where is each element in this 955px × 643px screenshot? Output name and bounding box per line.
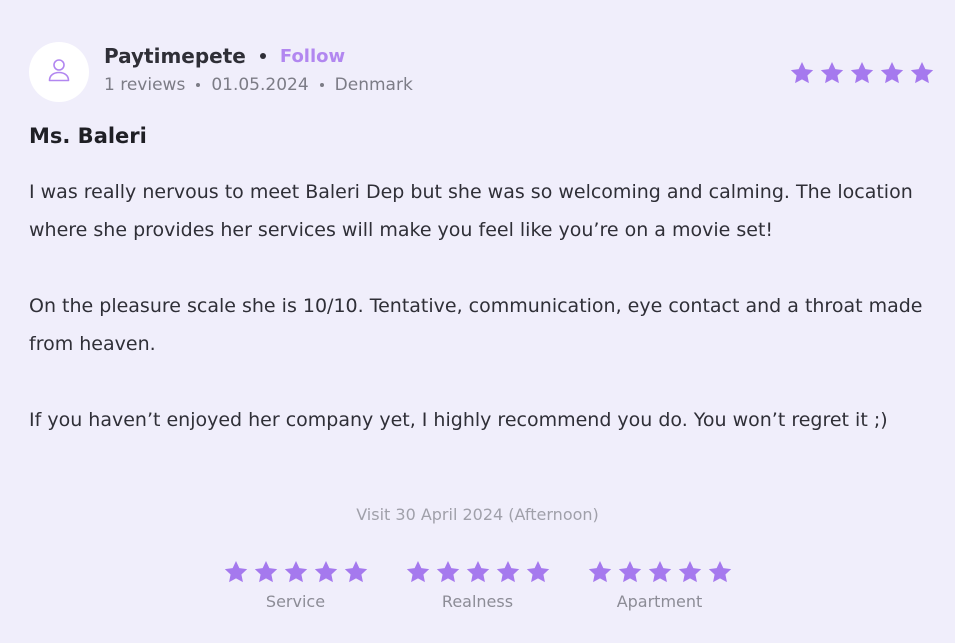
avatar[interactable] xyxy=(29,42,89,102)
star-icon xyxy=(677,559,703,585)
rating-label: Service xyxy=(265,592,326,611)
reviewer-username[interactable]: Paytimepete xyxy=(104,44,246,68)
review-paragraph: If you haven’t enjoyed her company yet, … xyxy=(29,409,888,431)
rating-stars xyxy=(587,559,733,585)
star-icon xyxy=(587,559,613,585)
star-icon xyxy=(879,60,905,86)
reviewer-meta: 1 reviews 01.05.2024 Denmark xyxy=(104,75,413,95)
rating-stars xyxy=(405,559,551,585)
review-paragraph: I was really nervous to meet Baleri Dep … xyxy=(29,181,913,241)
visit-info: Visit 30 April 2024 (Afternoon) xyxy=(356,505,599,524)
star-icon xyxy=(283,559,309,585)
rating-label: Apartment xyxy=(616,592,703,611)
reviews-count: 1 reviews xyxy=(104,75,186,95)
separator-dot xyxy=(319,83,324,87)
star-icon xyxy=(647,559,673,585)
user-icon xyxy=(45,56,73,88)
star-icon xyxy=(223,559,249,585)
rating-apartment: Apartment xyxy=(587,559,733,611)
rating-label: Realness xyxy=(441,592,514,611)
rating-service: Service xyxy=(223,559,369,611)
review-date: 01.05.2024 xyxy=(211,75,309,95)
star-icon xyxy=(849,60,875,86)
star-icon xyxy=(819,60,845,86)
review-paragraph: On the pleasure scale she is 10/10. Tent… xyxy=(29,295,923,355)
star-icon xyxy=(495,559,521,585)
star-icon xyxy=(525,559,551,585)
separator-dot xyxy=(259,53,266,59)
star-icon xyxy=(435,559,461,585)
follow-button[interactable]: Follow xyxy=(280,46,345,67)
review-title: Ms. Baleri xyxy=(29,124,147,148)
star-icon xyxy=(405,559,431,585)
star-icon xyxy=(909,60,935,86)
star-icon xyxy=(313,559,339,585)
rating-realness: Realness xyxy=(405,559,551,611)
reviewer-country: Denmark xyxy=(334,75,413,95)
star-icon xyxy=(617,559,643,585)
review-body: I was really nervous to meet Baleri Dep … xyxy=(29,173,941,477)
star-icon xyxy=(465,559,491,585)
star-icon xyxy=(343,559,369,585)
separator-dot xyxy=(196,83,201,87)
sub-ratings: Service Realness Apartment xyxy=(0,559,955,611)
star-icon xyxy=(789,60,815,86)
overall-rating-stars xyxy=(789,60,935,86)
star-icon xyxy=(253,559,279,585)
rating-stars xyxy=(223,559,369,585)
star-icon xyxy=(707,559,733,585)
reviewer-header: Paytimepete Follow xyxy=(104,44,345,68)
review-card: Paytimepete Follow 1 reviews 01.05.2024 … xyxy=(0,0,955,643)
